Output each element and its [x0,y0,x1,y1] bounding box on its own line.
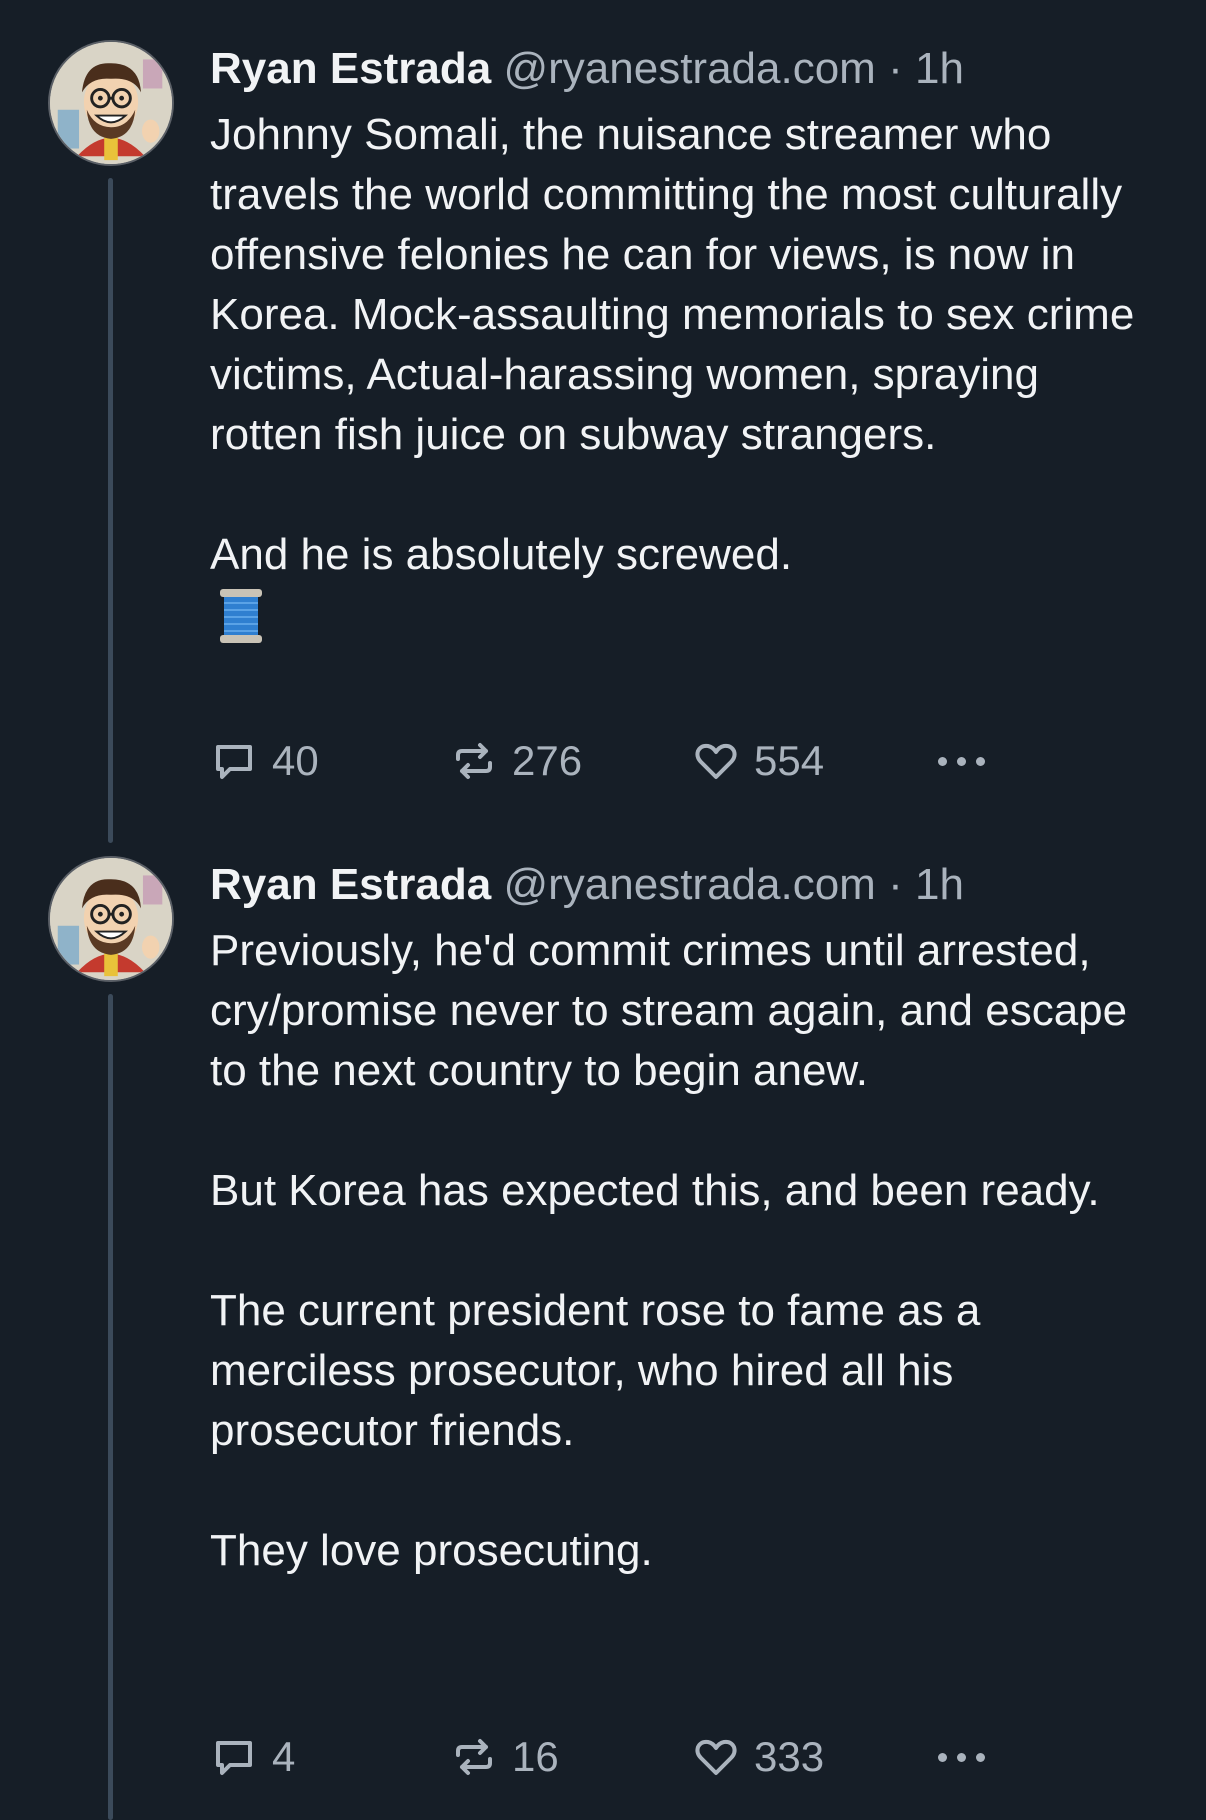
reply-icon [216,1741,252,1775]
like-count: 333 [754,1733,825,1780]
thread-line [108,994,113,1820]
reply-button[interactable]: 4 [210,1729,295,1785]
post-paragraph: Johnny Somali, the nuisance streamer who… [210,110,1135,459]
post-header: Ryan Estrada @ryanestrada.com · 1h [210,41,1160,97]
post-content: Ryan Estrada @ryanestrada.com · 1h Previ… [210,857,1160,1581]
more-dot [976,1752,985,1762]
post-paragraph: Previously, he'd commit crimes until arr… [210,926,1128,1095]
post-actions: 4 16 333 [210,1729,1110,1785]
reply-icon [216,745,252,779]
repost-count: 16 [512,1733,559,1780]
more-options-button[interactable] [938,733,995,789]
more-dot [957,1752,966,1762]
post-actions: 40 276 554 [210,733,1110,789]
avatar-illustration [50,858,172,980]
post-paragraph: The current president rose to fame as a … [210,1286,981,1455]
avatar[interactable] [48,856,174,982]
avatar[interactable] [48,40,174,166]
reply-count: 4 [272,1733,296,1780]
heart-icon [695,743,737,779]
more-dot [938,756,947,766]
repost-button[interactable]: 16 [450,1729,559,1785]
post-header: Ryan Estrada @ryanestrada.com · 1h [210,857,1160,913]
repost-button[interactable]: 276 [450,733,582,789]
repost-icon [456,1739,492,1775]
author-name[interactable]: Ryan Estrada [210,860,491,909]
separator-dot: · [888,860,903,909]
post-paragraph: But Korea has expected this, and been re… [210,1166,1100,1215]
reply-count: 40 [272,737,319,784]
post-time[interactable]: 1h [915,860,964,909]
repost-icon [456,743,492,779]
heart-icon [695,1739,737,1775]
more-dot [938,1752,947,1762]
post-paragraph: They love prosecuting. [210,1526,653,1575]
post-time[interactable]: 1h [915,44,964,93]
more-dot [957,756,966,766]
avatar-illustration [50,42,172,164]
like-button[interactable]: 333 [692,1729,824,1785]
thread-line [108,178,113,843]
author-name[interactable]: Ryan Estrada [210,44,491,93]
author-handle[interactable]: @ryanestrada.com [503,44,875,93]
spool-of-thread-icon [220,589,262,643]
post-content: Ryan Estrada @ryanestrada.com · 1h Johnn… [210,41,1160,645]
post-paragraph: And he is absolutely screwed. [210,530,793,579]
more-options-button[interactable] [938,1729,995,1785]
reply-button[interactable]: 40 [210,733,319,789]
separator-dot: · [888,44,903,93]
like-button[interactable]: 554 [692,733,824,789]
post-text: Johnny Somali, the nuisance streamer who… [210,105,1160,585]
author-handle[interactable]: @ryanestrada.com [503,860,875,909]
repost-count: 276 [512,737,583,784]
post-text: Previously, he'd commit crimes until arr… [210,921,1160,1581]
more-dot [976,756,985,766]
like-count: 554 [754,737,825,784]
